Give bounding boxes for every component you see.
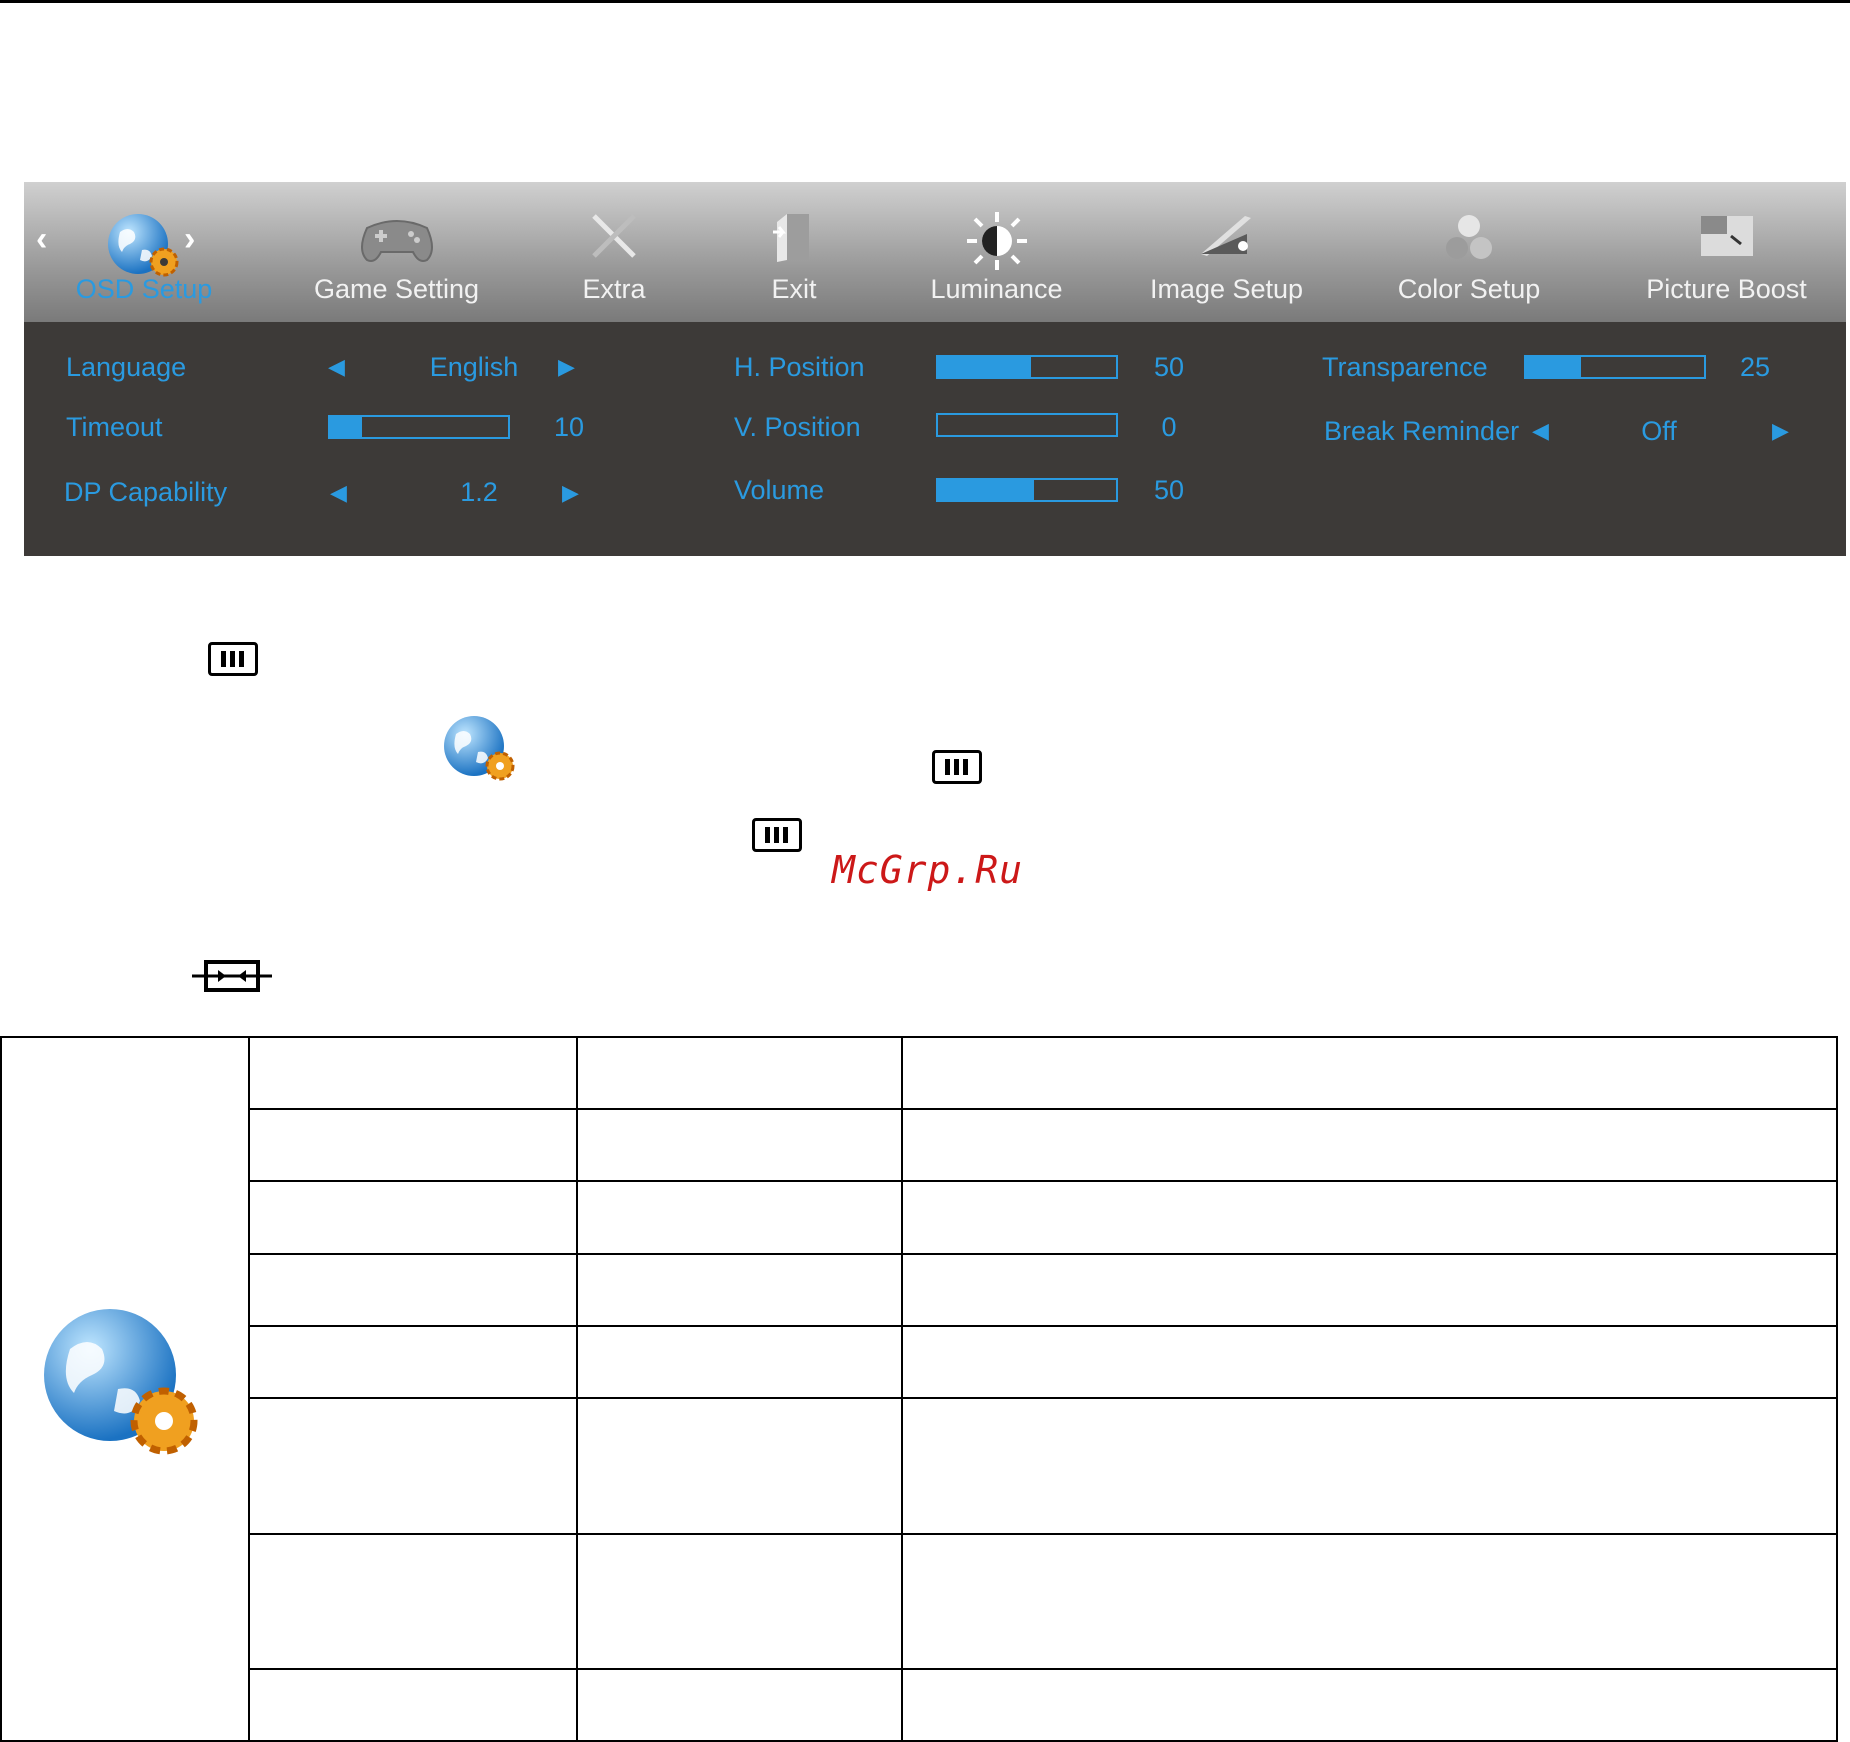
volume-label: Volume bbox=[734, 475, 825, 505]
h-position-label: H. Position bbox=[734, 352, 865, 382]
volume-value: 50 bbox=[1153, 475, 1185, 505]
v-position-label: V. Position bbox=[734, 412, 861, 442]
table-cell bbox=[575, 1252, 904, 1327]
language-label: Language bbox=[66, 352, 187, 382]
arrow-right-icon[interactable]: ▶ bbox=[562, 480, 579, 506]
table-cell bbox=[247, 1397, 578, 1536]
table-cell bbox=[575, 1324, 904, 1400]
osd-tab-bar: ‹ › OSD Setup Game Setting Extra Exit Lu… bbox=[24, 182, 1846, 322]
tools-icon bbox=[592, 214, 636, 258]
break-reminder-value[interactable]: Off bbox=[1614, 416, 1704, 447]
dp-capability-value[interactable]: 1.2 bbox=[424, 477, 534, 508]
tab-luminance[interactable]: Luminance bbox=[904, 182, 1089, 322]
table-cell bbox=[901, 1180, 1838, 1255]
tab-picture-boost[interactable]: Picture Boost bbox=[1614, 182, 1839, 322]
tab-image-setup[interactable]: Image Setup bbox=[1124, 182, 1329, 322]
watermark: McGrp.Ru bbox=[832, 848, 1024, 892]
h-position-slider[interactable] bbox=[936, 355, 1118, 379]
table-cell bbox=[901, 1397, 1838, 1536]
tab-extra[interactable]: Extra bbox=[549, 182, 679, 322]
tab-label: Game Setting bbox=[313, 274, 480, 304]
osd-setup-table bbox=[0, 1035, 1838, 1742]
transparence-label: Transparence bbox=[1322, 352, 1488, 382]
break-reminder-label: Break Reminder bbox=[1324, 416, 1520, 446]
table-cell bbox=[901, 1252, 1838, 1327]
transparence-slider-fill bbox=[1526, 357, 1582, 377]
dp-capability-label: DP Capability bbox=[64, 477, 228, 507]
menu-button-icon bbox=[932, 750, 982, 784]
osd-setup-icon bbox=[43, 1308, 198, 1454]
osd-setup-icon bbox=[108, 214, 179, 277]
osd-menu: ‹ › OSD Setup Game Setting Extra Exit Lu… bbox=[24, 182, 1846, 556]
tab-exit[interactable]: Exit bbox=[734, 182, 854, 322]
table-cell bbox=[247, 1533, 578, 1670]
table-icon-cell bbox=[0, 1036, 250, 1742]
tab-label: Extra bbox=[582, 274, 646, 304]
table-cell bbox=[901, 1035, 1838, 1111]
exit-button-icon bbox=[192, 960, 272, 992]
color-setup-icon bbox=[1446, 215, 1492, 259]
table-cell bbox=[247, 1252, 578, 1327]
arrow-left-icon[interactable]: ◀ bbox=[330, 480, 347, 506]
v-position-slider[interactable] bbox=[936, 413, 1118, 437]
chevron-left-icon[interactable]: ‹ bbox=[36, 220, 47, 259]
arrow-left-icon[interactable]: ◀ bbox=[1532, 418, 1549, 444]
table-cell bbox=[247, 1180, 578, 1255]
table-cell bbox=[247, 1108, 578, 1183]
osd-settings-panel: Language ◀ English ▶ Timeout 10 DP Capab… bbox=[24, 322, 1846, 556]
image-setup-icon bbox=[1200, 216, 1251, 256]
table-cell bbox=[575, 1035, 904, 1111]
timeout-slider[interactable] bbox=[328, 415, 510, 439]
tab-label: Image Setup bbox=[1149, 274, 1304, 304]
sun-icon bbox=[966, 212, 1027, 270]
v-position-value: 0 bbox=[1161, 412, 1177, 442]
top-rule bbox=[0, 0, 1850, 3]
tab-label: Exit bbox=[771, 274, 817, 304]
table-cell bbox=[247, 1667, 578, 1742]
table-cell bbox=[247, 1035, 578, 1111]
table-cell bbox=[901, 1533, 1838, 1670]
osd-setup-icon bbox=[444, 716, 515, 781]
arrow-right-icon[interactable]: ▶ bbox=[1772, 418, 1789, 444]
table-cell bbox=[247, 1324, 578, 1400]
gamepad-icon bbox=[360, 220, 433, 262]
timeout-slider-fill bbox=[330, 417, 363, 437]
table-cell bbox=[901, 1324, 1838, 1400]
timeout-label: Timeout bbox=[66, 412, 163, 442]
h-position-slider-fill bbox=[938, 357, 1031, 377]
table-cell bbox=[575, 1533, 904, 1670]
table-cell bbox=[575, 1180, 904, 1255]
exit-icon bbox=[773, 214, 809, 262]
table-cell bbox=[575, 1667, 904, 1742]
tab-label: Luminance bbox=[930, 274, 1063, 304]
picture-boost-icon bbox=[1700, 216, 1753, 256]
arrow-right-icon[interactable]: ▶ bbox=[558, 354, 575, 380]
timeout-value: 10 bbox=[553, 412, 585, 442]
h-position-value: 50 bbox=[1153, 352, 1185, 382]
menu-button-icon bbox=[208, 642, 258, 676]
tab-color-setup[interactable]: Color Setup bbox=[1369, 182, 1569, 322]
menu-button-icon bbox=[752, 818, 802, 852]
table-cell bbox=[901, 1108, 1838, 1183]
language-value[interactable]: English bbox=[384, 352, 564, 383]
table-cell bbox=[901, 1667, 1838, 1742]
tab-label: OSD Setup bbox=[75, 274, 213, 304]
arrow-left-icon[interactable]: ◀ bbox=[328, 354, 345, 380]
transparence-value: 25 bbox=[1739, 352, 1771, 382]
table-cell bbox=[575, 1108, 904, 1183]
table-cell bbox=[575, 1397, 904, 1536]
transparence-slider[interactable] bbox=[1524, 355, 1706, 379]
volume-slider-fill bbox=[938, 480, 1035, 500]
tab-label: Color Setup bbox=[1397, 274, 1541, 304]
tab-osd-setup[interactable]: OSD Setup bbox=[64, 182, 224, 322]
volume-slider[interactable] bbox=[936, 478, 1118, 502]
tab-label: Picture Boost bbox=[1646, 274, 1807, 304]
tab-game-setting[interactable]: Game Setting bbox=[294, 182, 499, 322]
